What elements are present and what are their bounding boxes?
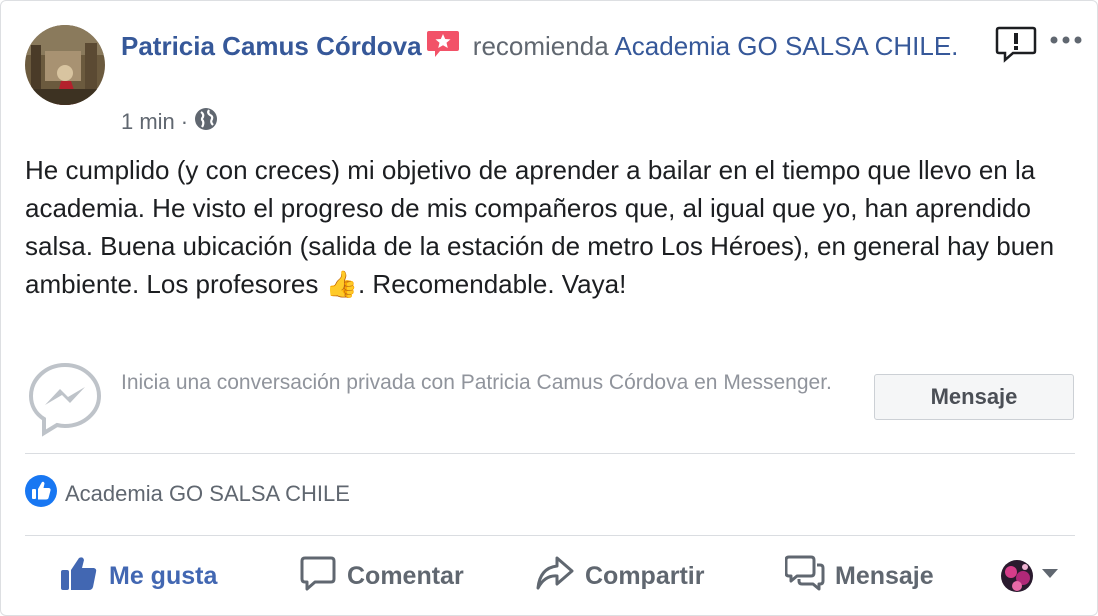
send-message-button[interactable]: Mensaje: [874, 374, 1074, 420]
post-body: He cumplido (y con creces) mi objetivo d…: [25, 155, 1055, 299]
recommendation-post-card: Patricia Camus Córdova recomienda Academ…: [0, 0, 1098, 616]
comment-icon: [299, 554, 337, 599]
like-label: Me gusta: [109, 561, 218, 590]
comment-button[interactable]: Comentar: [299, 553, 464, 599]
message-label: Mensaje: [835, 561, 934, 590]
messenger-prompt: Inicia una conversación privada con Patr…: [121, 371, 832, 394]
recommendation-star-icon: [426, 29, 460, 69]
more-options-icon[interactable]: [1049, 33, 1083, 52]
divider: [25, 535, 1075, 536]
divider: [25, 453, 1075, 454]
post-header: Patricia Camus Córdova recomienda Academ…: [121, 27, 961, 69]
likes-summary[interactable]: Academia GO SALSA CHILE: [25, 475, 350, 513]
share-icon: [535, 554, 575, 599]
like-button[interactable]: Me gusta: [59, 553, 217, 599]
share-label: Compartir: [585, 561, 705, 590]
author-avatar[interactable]: [25, 25, 105, 105]
globe-icon[interactable]: [194, 107, 218, 137]
comment-label: Comentar: [347, 561, 464, 590]
like-reaction-icon: [25, 475, 57, 513]
meta-separator: ·: [180, 109, 189, 134]
author-name-link[interactable]: Patricia Camus Córdova: [121, 31, 422, 61]
action-verb: recomienda: [472, 31, 609, 61]
post-meta: 1 min ·: [121, 107, 218, 137]
likes-text[interactable]: Academia GO SALSA CHILE: [65, 481, 350, 507]
chevron-down-icon: [1041, 567, 1059, 585]
thumbs-up-icon: [59, 554, 99, 599]
page-name-link[interactable]: Academia GO SALSA CHILE.: [614, 31, 958, 61]
messenger-icon: [27, 361, 103, 442]
message-bubbles-icon: [784, 554, 825, 599]
report-icon[interactable]: [995, 25, 1037, 68]
post-timestamp[interactable]: 1 min: [121, 109, 175, 135]
post-as-selector[interactable]: [1001, 559, 1059, 593]
share-button[interactable]: Compartir: [535, 553, 704, 599]
message-button[interactable]: Mensaje: [784, 553, 934, 599]
viewer-avatar: [1001, 560, 1033, 592]
